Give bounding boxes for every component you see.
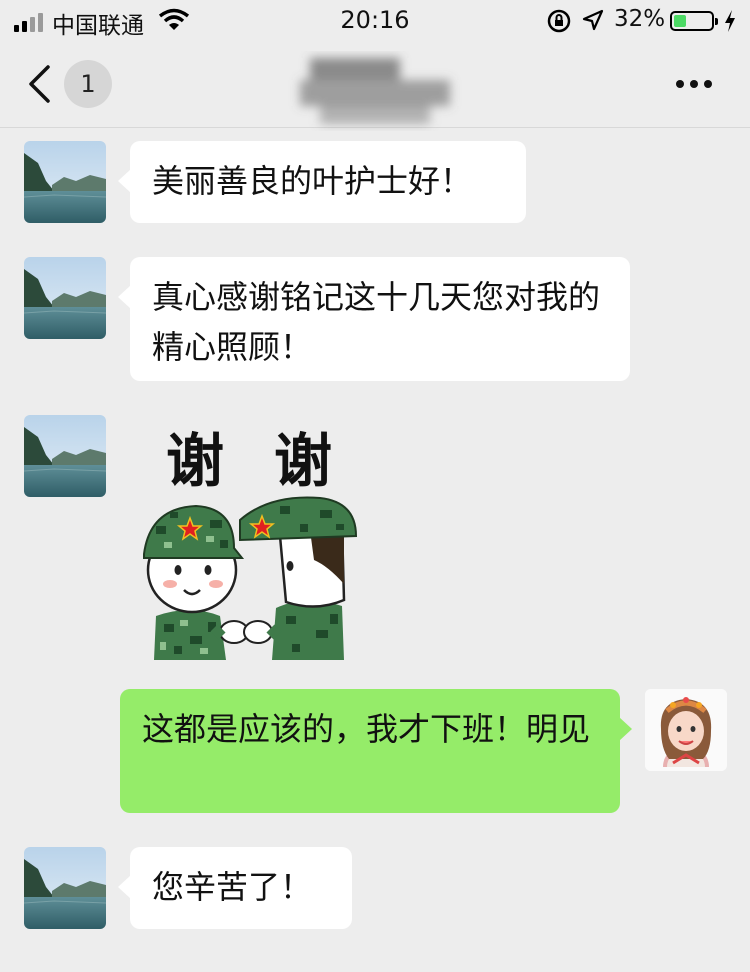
contact-avatar[interactable] bbox=[24, 257, 106, 339]
contact-avatar[interactable] bbox=[24, 141, 106, 223]
unread-count-badge[interactable]: 1 bbox=[64, 60, 112, 108]
battery-fill bbox=[674, 15, 686, 27]
message-text: 您辛苦了！ bbox=[152, 868, 313, 906]
message-text: 真心感谢铭记这十几天您对我的精心照顾！ bbox=[152, 278, 601, 366]
contact-avatar[interactable] bbox=[24, 847, 106, 929]
thank-you-sticker[interactable]: 谢 谢 bbox=[130, 420, 366, 660]
sticker-text: 谢 bbox=[166, 427, 225, 495]
message-bubble[interactable]: 美丽善良的叶护士好！ bbox=[118, 141, 526, 223]
message-text: 美丽善良的叶护士好！ bbox=[152, 162, 473, 200]
orientation-lock-icon bbox=[547, 9, 571, 33]
chat-title-redacted bbox=[300, 58, 450, 124]
message-bubble[interactable]: 真心感谢铭记这十几天您对我的精心照顾！ bbox=[118, 257, 630, 381]
message-bubble[interactable]: 您辛苦了！ bbox=[118, 847, 352, 929]
message-text: 这都是应该的，我才下班！明见 bbox=[142, 710, 591, 748]
soldiers-illustration bbox=[143, 496, 358, 660]
location-arrow-icon bbox=[582, 9, 604, 31]
own-message-bubble[interactable]: 这都是应该的，我才下班！明见 bbox=[120, 689, 632, 813]
contact-avatar[interactable] bbox=[24, 415, 106, 497]
sticker-text: 谢 bbox=[274, 427, 333, 495]
own-avatar[interactable] bbox=[645, 689, 727, 771]
chevron-left-icon[interactable] bbox=[26, 64, 54, 104]
chat-header: 1 bbox=[0, 44, 750, 128]
charging-bolt-icon bbox=[725, 10, 735, 32]
ellipsis-icon[interactable] bbox=[674, 76, 714, 92]
battery-percent: 32% bbox=[614, 6, 666, 32]
battery-icon bbox=[670, 11, 718, 31]
